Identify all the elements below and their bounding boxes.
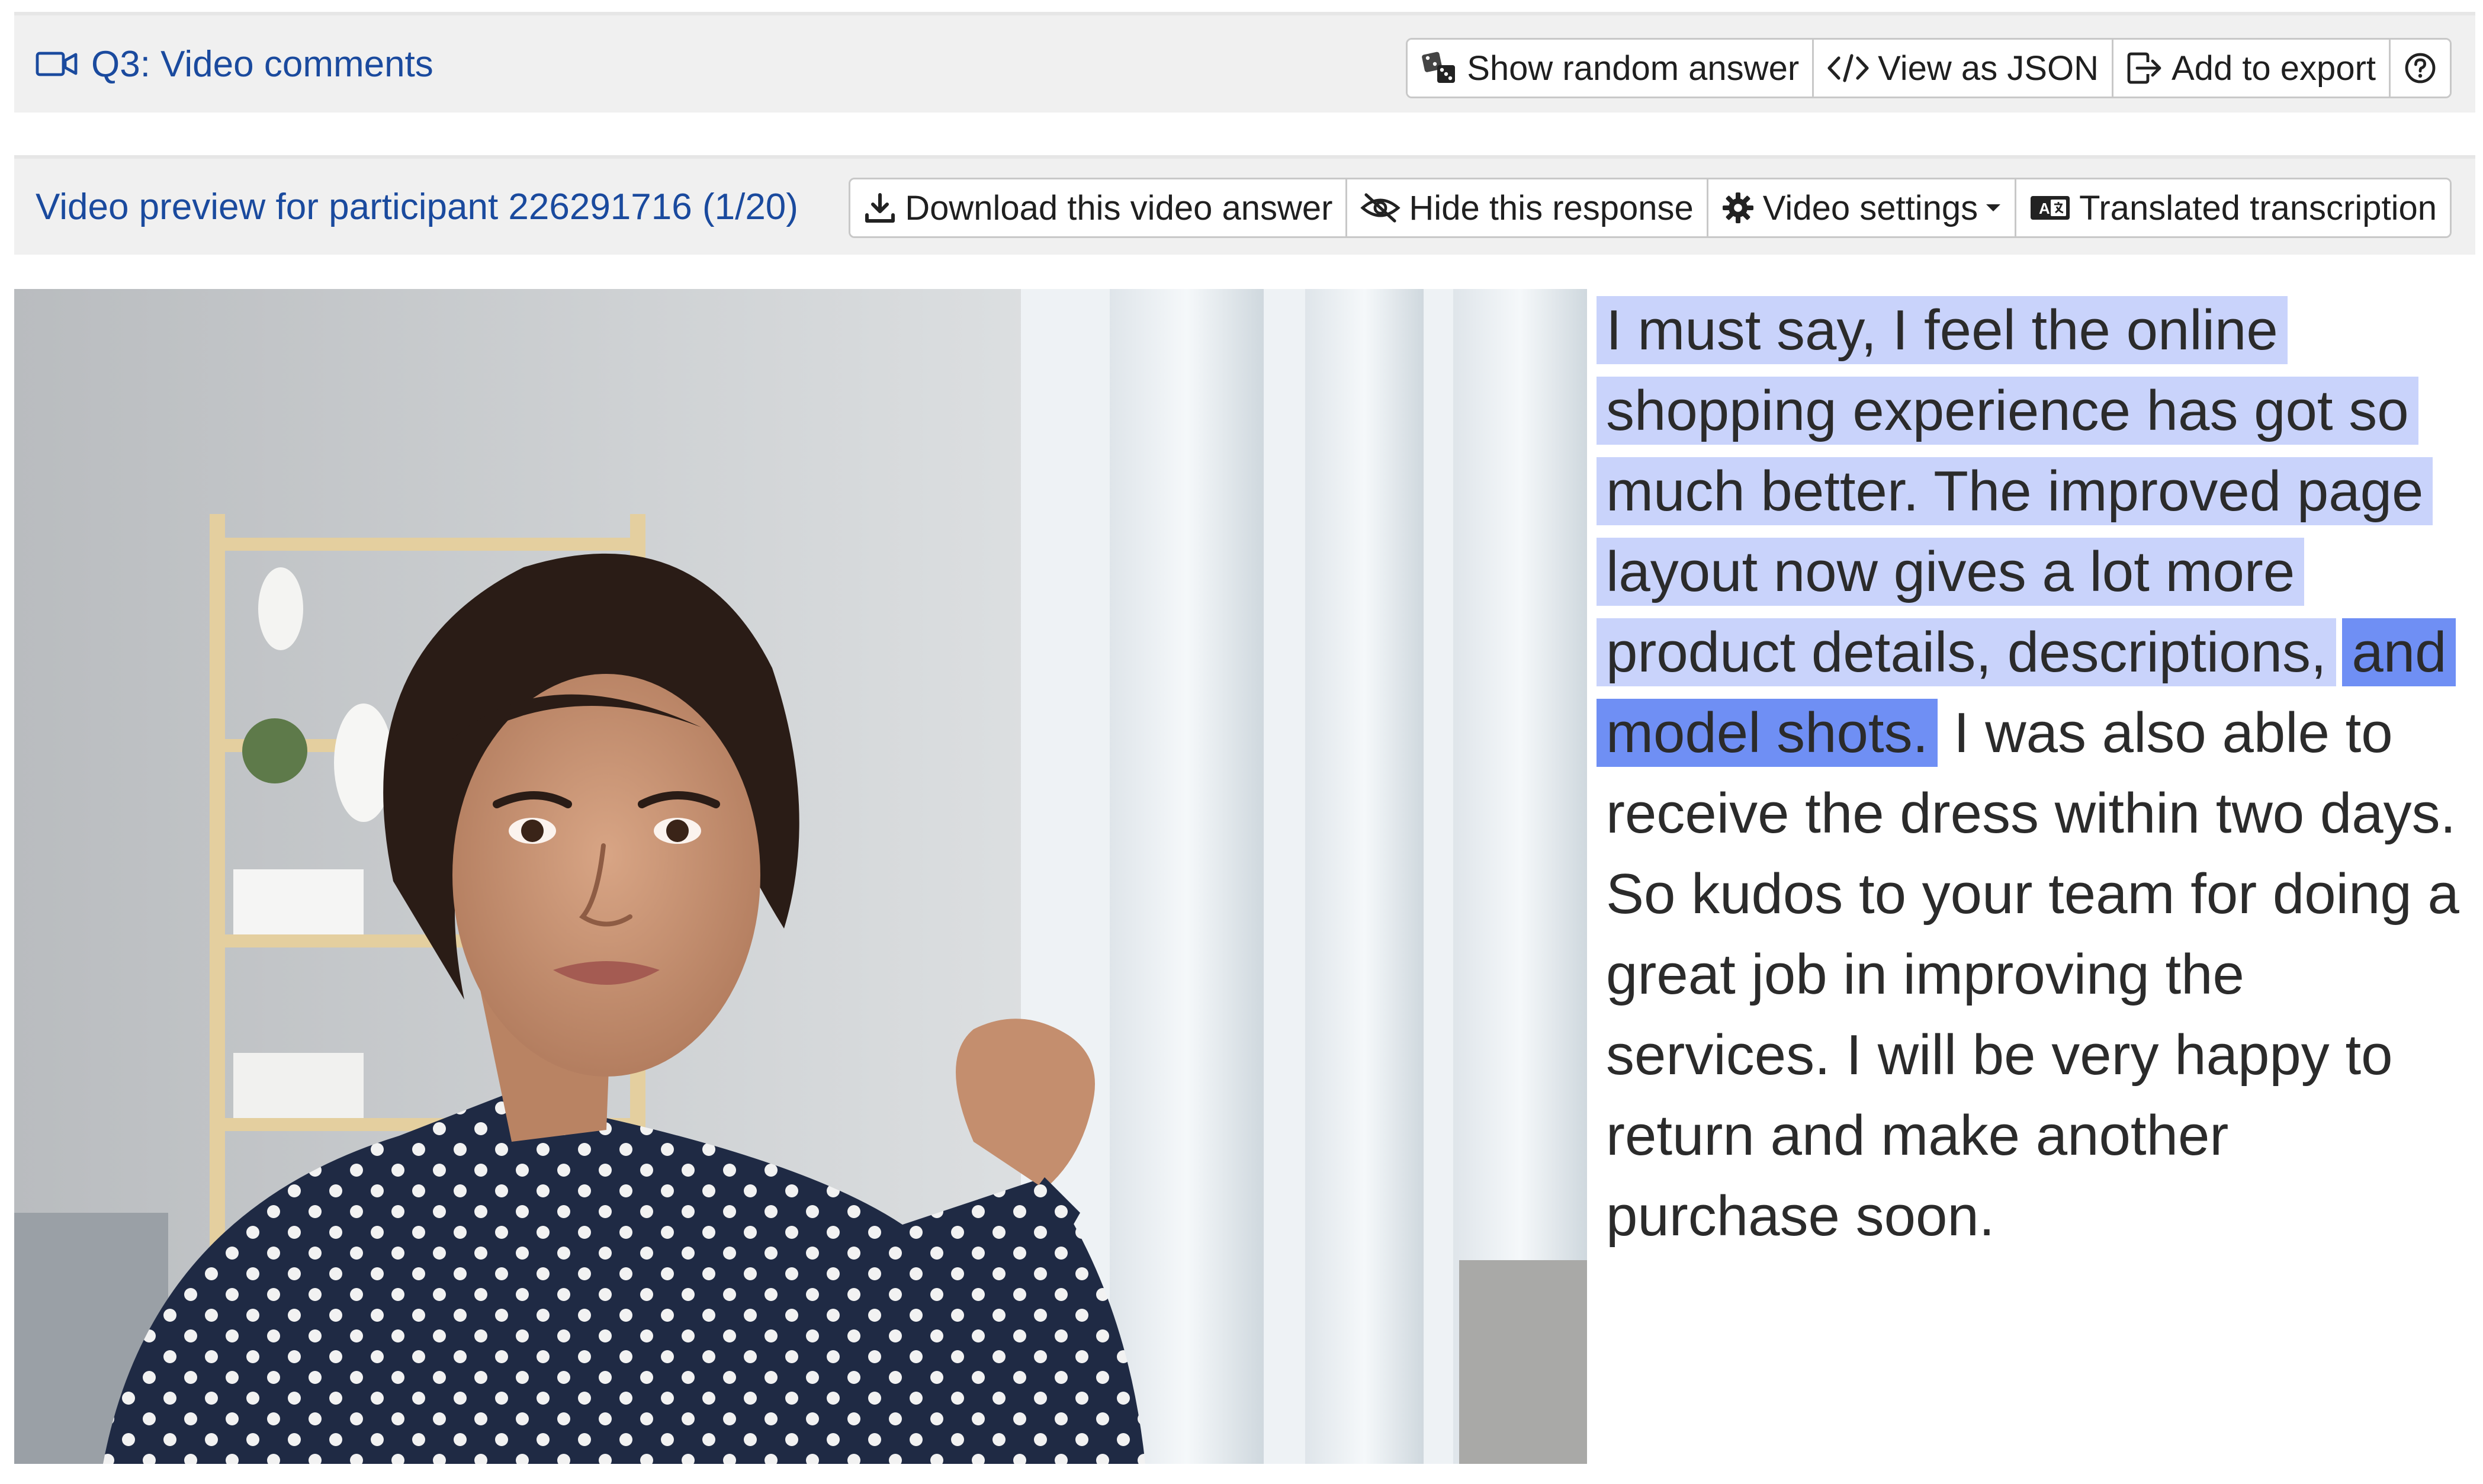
transcript-highlight-light[interactable]: I must say, I feel the online shopping e… (1597, 296, 2433, 686)
video-camera-icon (36, 52, 78, 76)
question-title-text: Q3: Video comments (91, 43, 433, 85)
help-button[interactable] (2391, 40, 2450, 97)
question-toolbar: Show random answer View as JSON Add to e… (1406, 38, 2452, 98)
download-video-label: Download this video answer (905, 188, 1333, 227)
translate-icon: A (2031, 196, 2070, 220)
add-to-export-label: Add to export (2172, 49, 2376, 88)
video-settings-dropdown[interactable]: Video settings (1708, 179, 2017, 236)
export-icon (2127, 52, 2161, 84)
gear-icon (1722, 192, 1753, 223)
translated-transcription-label: Translated transcription (2079, 188, 2437, 227)
add-to-export-button[interactable]: Add to export (2113, 40, 2391, 97)
video-player[interactable] (14, 289, 1587, 1464)
svg-text:A: A (2039, 200, 2050, 217)
eye-slash-icon (1360, 193, 1401, 223)
video-settings-label: Video settings (1762, 188, 1978, 227)
download-video-button[interactable]: Download this video answer (850, 179, 1348, 236)
translated-transcription-button[interactable]: A Translated transcription (2016, 179, 2450, 236)
video-frame-image (14, 289, 1587, 1464)
dice-icon (1422, 52, 1456, 83)
transcript-text[interactable]: I must say, I feel the online shopping e… (1597, 290, 2471, 1257)
transcript-rest: I was also able to receive the dress wit… (1606, 701, 2459, 1248)
video-toolbar: Download this video answer Hide this res… (849, 178, 2452, 238)
video-preview-header: Video preview for participant 226291716 … (14, 155, 2475, 255)
show-random-answer-button[interactable]: Show random answer (1408, 40, 1814, 97)
video-preview-title: Video preview for participant 226291716 … (36, 186, 798, 227)
view-as-json-button[interactable]: View as JSON (1814, 40, 2113, 97)
show-random-answer-label: Show random answer (1467, 49, 1800, 88)
help-icon (2405, 53, 2436, 83)
question-header: Q3: Video comments Show random answer Vi… (14, 12, 2475, 113)
download-icon (865, 193, 895, 223)
code-icon (1827, 54, 1869, 82)
view-as-json-label: View as JSON (1878, 49, 2099, 88)
question-title: Q3: Video comments (36, 15, 433, 113)
hide-response-label: Hide this response (1409, 188, 1694, 227)
hide-response-button[interactable]: Hide this response (1347, 179, 1708, 236)
caret-down-icon (1986, 204, 2001, 211)
